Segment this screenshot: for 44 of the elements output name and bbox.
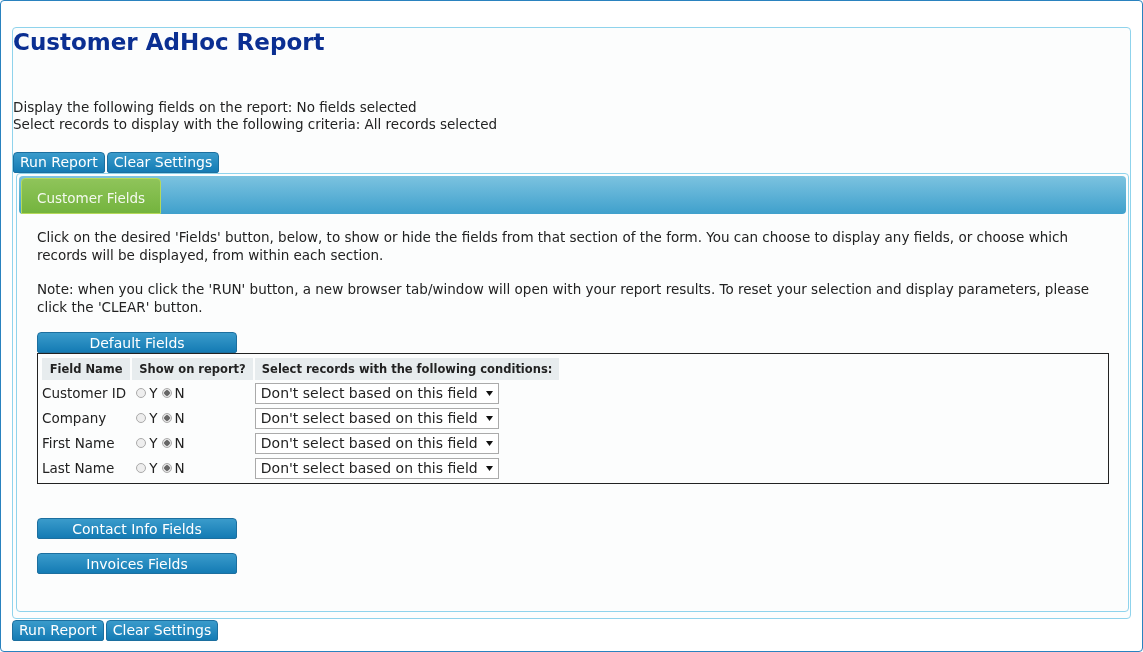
caret-icon — [485, 390, 493, 396]
action-button[interactable]: Clear Settings — [106, 152, 220, 173]
condition-dropdown[interactable]: Don't select based on this field — [254, 407, 499, 429]
condition-dropdown[interactable]: Don't select based on this field — [254, 432, 499, 454]
radio-label: N — [174, 385, 185, 401]
section-toggle-button[interactable]: Contact Info Fields — [37, 518, 237, 539]
caret-icon — [485, 415, 493, 421]
section-toggle-button[interactable]: Invoices Fields — [37, 553, 237, 574]
radio-label: N — [174, 435, 185, 451]
radio-button[interactable] — [161, 413, 172, 423]
summary-line: Select records to display with the following criteria: All records selected — [13, 116, 499, 133]
field-name: First Name — [42, 434, 116, 453]
action-button[interactable]: Run Report — [12, 620, 104, 641]
field-name: Last Name — [42, 459, 116, 478]
radio-label: Y — [149, 460, 158, 476]
caret-icon — [485, 465, 493, 471]
condition-dropdown[interactable]: Don't select based on this field — [254, 382, 499, 404]
summary-line: Display the following fields on the report: No fields selected — [13, 99, 418, 116]
radio-button[interactable] — [161, 388, 172, 398]
instruction-text: Note: when you click the 'RUN' button, a new browser tab/window will open with your report results. To reset your selection and display parameters, please click the 'CLEAR' button. — [37, 280, 1091, 316]
column-header: Field Name — [42, 358, 131, 380]
radio-button[interactable] — [161, 438, 172, 448]
page-title: Customer AdHoc Report — [13, 28, 326, 55]
instruction-text: Click on the desired 'Fields' button, below, to show or hide the fields from that section of the form. You can choose to display any fields, or choose which records will be displayed, from within each section. — [37, 228, 1069, 264]
action-button[interactable]: Run Report — [13, 152, 105, 173]
section-toggle-button[interactable]: Default Fields — [37, 332, 237, 353]
field-name: Customer ID — [42, 384, 128, 403]
radio-label: N — [174, 410, 185, 426]
radio-label: Y — [149, 435, 158, 451]
radio-button[interactable] — [136, 388, 147, 398]
radio-label: Y — [149, 385, 158, 401]
condition-dropdown[interactable]: Don't select based on this field — [254, 457, 499, 479]
field-name: Company — [42, 409, 108, 428]
radio-button[interactable] — [136, 413, 147, 423]
radio-label: Y — [149, 410, 158, 426]
radio-button[interactable] — [136, 463, 147, 473]
caret-icon — [485, 440, 493, 446]
action-button[interactable]: Clear Settings — [105, 620, 219, 641]
tab[interactable]: Customer Fields — [21, 178, 162, 214]
radio-label: N — [174, 460, 185, 476]
column-header: Select records with the following conditions: — [254, 358, 560, 380]
radio-button[interactable] — [161, 463, 172, 473]
column-header: Show on report? — [132, 358, 253, 380]
radio-button[interactable] — [136, 438, 147, 448]
